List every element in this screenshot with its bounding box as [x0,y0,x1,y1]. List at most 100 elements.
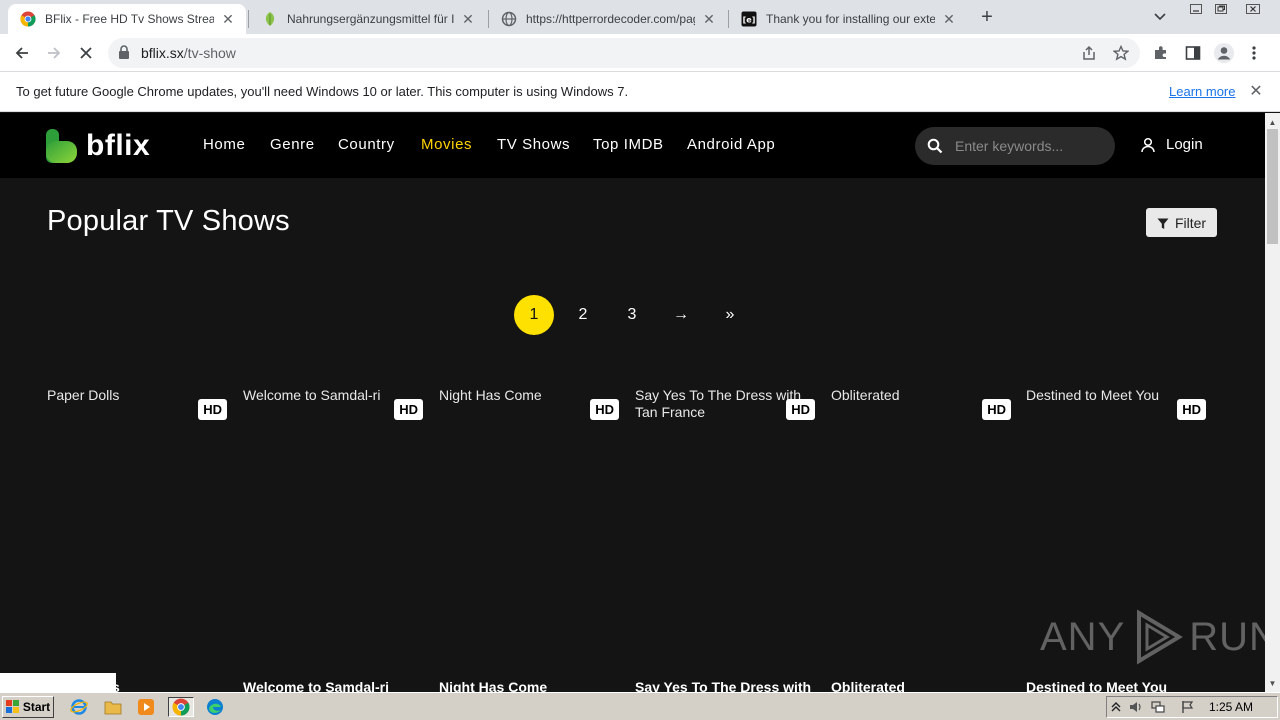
ie-icon[interactable] [68,697,90,717]
watermark-left: ANY [1040,614,1126,659]
learn-more-link[interactable]: Learn more [1169,84,1235,99]
start-label: Start [22,700,51,714]
minimize-window-icon[interactable] [1183,1,1209,17]
login-button[interactable]: Login [1140,136,1203,153]
show-card[interactable]: Say Yes To The Dress with Tan France HD … [635,387,815,692]
filter-label: Filter [1174,214,1207,231]
tab-separator [248,10,249,28]
nav-android-app[interactable]: Android App [687,136,775,153]
nav-top-imdb[interactable]: Top IMDB [593,136,664,153]
show-title[interactable]: Obliterated [831,679,1011,692]
site-search [915,127,1115,165]
back-arrow-icon[interactable] [10,41,34,65]
side-panel-icon[interactable] [1182,42,1204,64]
tab-strip: BFlix - Free HD Tv Shows Streaming ✕ Nah… [0,0,1280,34]
close-infobar-icon[interactable]: ✕ [1247,82,1265,100]
site-header: bflix Home Genre Country Movies TV Shows… [0,113,1265,178]
share-icon[interactable] [1080,44,1098,62]
extensions-puzzle-icon[interactable] [1150,42,1172,64]
search-input[interactable] [955,136,1105,156]
bookmark-star-icon[interactable] [1112,44,1130,62]
system-tray: 1:25 AM [1106,696,1278,718]
scrollbar-thumb[interactable] [1267,129,1278,244]
close-tab-icon[interactable]: ✕ [941,11,957,27]
url-path: /tv-show [183,45,236,61]
media-player-icon[interactable] [135,697,157,717]
watermark-right: RUN [1189,614,1265,659]
last-page-button[interactable]: » [710,295,750,335]
tab-bflix[interactable]: BFlix - Free HD Tv Shows Streaming ✕ [8,4,246,34]
close-window-icon[interactable] [1240,1,1266,17]
filter-funnel-icon [1157,217,1169,229]
search-icon[interactable] [927,138,943,154]
show-card[interactable]: Welcome to Samdal-ri HD Welcome to Samda… [243,387,423,692]
page-1-button[interactable]: 1 [514,295,554,335]
nav-home[interactable]: Home [203,136,245,153]
folder-icon[interactable] [102,697,124,717]
taskbar-clock[interactable]: 1:25 AM [1209,700,1253,714]
anyrun-watermark: ANY RUN [1040,609,1265,665]
filter-button[interactable]: Filter [1146,208,1217,237]
next-page-button[interactable]: → [661,295,701,335]
tab-httperror[interactable]: https://httperrordecoder.com/page/ ✕ [489,4,727,34]
scroll-down-arrow-icon[interactable]: ▼ [1265,676,1280,690]
start-button[interactable]: Start [2,696,54,718]
scroll-up-arrow-icon[interactable]: ▲ [1265,115,1280,129]
show-title[interactable]: Night Has Come [439,679,619,692]
show-title[interactable]: Destined to Meet You [1026,679,1206,692]
play-triangle-icon [1129,609,1185,665]
forward-arrow-icon[interactable] [42,41,66,65]
page-2-button[interactable]: 2 [563,295,603,335]
tab-search-chevron-icon[interactable] [1150,8,1170,26]
nav-movies[interactable]: Movies [421,136,472,153]
close-tab-icon[interactable]: ✕ [460,11,476,27]
hd-badge: HD [394,399,423,420]
tab-extension[interactable]: [e] Thank you for installing our extensi… [729,4,967,34]
close-tab-icon[interactable]: ✕ [220,11,236,27]
show-card[interactable]: Night Has Come HD Night Has Come [439,387,619,692]
address-bar[interactable]: bflix.sx/tv-show [108,38,1140,68]
tray-expand-icon[interactable] [1109,700,1123,714]
nav-genre[interactable]: Genre [270,136,315,153]
show-title[interactable]: Welcome to Samdal-ri [243,679,423,692]
edge-icon[interactable] [204,697,226,717]
nav-country[interactable]: Country [338,136,395,153]
infobar-message: To get future Google Chrome updates, you… [16,84,629,99]
windows-flag-icon [5,700,20,714]
hd-badge: HD [198,399,227,420]
address-url[interactable]: bflix.sx/tv-show [141,45,236,61]
page-3-button[interactable]: 3 [612,295,652,335]
lock-icon[interactable] [118,45,132,61]
show-card[interactable]: Obliterated HD Obliterated [831,387,1011,692]
user-icon [1140,137,1156,153]
page-scrollbar[interactable]: ▲ ▼ [1265,113,1280,692]
volume-icon[interactable] [1129,700,1143,714]
tab-title: BFlix - Free HD Tv Shows Streaming [45,12,214,26]
hd-badge: HD [786,399,815,420]
close-tab-icon[interactable]: ✕ [701,11,717,27]
chrome-menu-icon[interactable] [1243,42,1265,64]
hd-badge: HD [982,399,1011,420]
new-tab-button[interactable]: + [976,6,998,28]
svg-text:[e]: [e] [743,16,756,25]
chrome-icon [20,11,36,27]
leaf-icon [262,11,278,27]
action-center-flag-icon[interactable] [1181,700,1195,714]
nav-tv-shows[interactable]: TV Shows [497,136,570,153]
network-icon[interactable] [1151,700,1165,714]
logo-mark-icon [46,129,78,163]
taskbar: Start 1:25 AM [0,692,1280,720]
site-logo[interactable]: bflix [46,129,150,163]
url-domain: bflix.sx [141,45,184,61]
show-card[interactable]: Paper Dolls HD s [47,387,227,692]
profile-avatar-icon[interactable] [1213,42,1235,64]
browser-toolbar: bflix.sx/tv-show [0,34,1280,72]
show-title[interactable]: Say Yes To The Dress with ... [635,679,815,692]
restore-window-icon[interactable] [1208,1,1234,17]
logo-text: bflix [86,129,151,162]
site-viewport: bflix Home Genre Country Movies TV Shows… [0,113,1265,692]
chrome-icon[interactable] [168,697,194,717]
stop-loading-icon[interactable] [74,41,98,65]
hd-badge: HD [590,399,619,420]
tab-nahrung[interactable]: Nahrungsergänzungsmittel für Ihre Gesund… [250,4,486,34]
